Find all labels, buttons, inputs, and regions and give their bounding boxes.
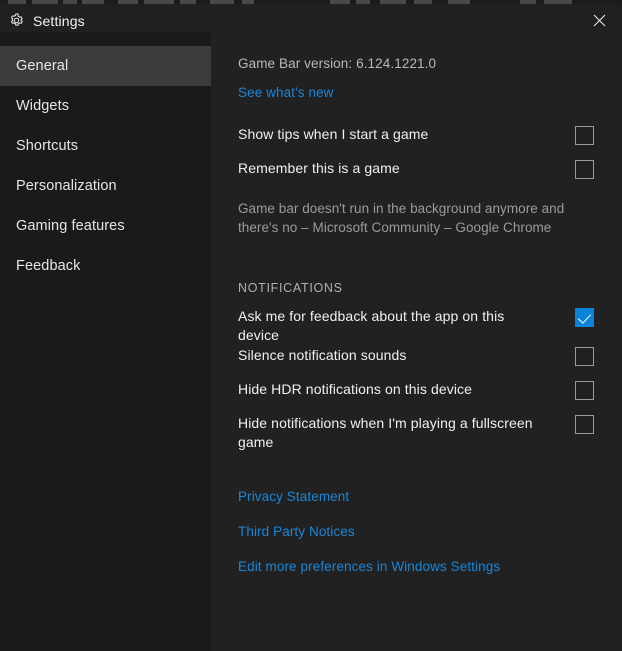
window-title: Settings (33, 12, 85, 29)
see-whats-new-link[interactable]: See what's new (238, 85, 334, 100)
silence-sounds-checkbox[interactable] (575, 347, 594, 366)
sidebar-item-label: Widgets (16, 98, 70, 114)
hide-fullscreen-checkbox[interactable] (575, 415, 594, 434)
option-label: Hide notifications when I'm playing a fu… (238, 415, 533, 450)
sidebar-item-feedback[interactable]: Feedback (0, 246, 211, 286)
game-bar-version-text: Game Bar version: 6.124.1221.0 (238, 56, 437, 71)
gear-icon (10, 13, 23, 26)
sidebar-item-label: Gaming features (16, 218, 125, 234)
footer-links: Privacy Statement Third Party Notices Ed… (238, 489, 594, 574)
edit-more-preferences-link[interactable]: Edit more preferences in Windows Setting… (238, 559, 500, 574)
sidebar-item-label: General (16, 58, 69, 74)
show-tips-checkbox[interactable] (575, 126, 594, 145)
settings-content-pane: Game Bar version: 6.124.1221.0 See what'… (211, 32, 622, 651)
ask-feedback-checkbox[interactable] (575, 308, 594, 327)
game-bar-description: Game bar doesn't run in the background a… (238, 201, 565, 235)
sidebar-item-label: Shortcuts (16, 138, 79, 154)
sidebar-item-label: Personalization (16, 178, 117, 194)
option-label: Hide HDR notifications on this device (238, 381, 473, 397)
option-label: Ask me for feedback about the app on thi… (238, 308, 505, 343)
option-label: Silence notification sounds (238, 347, 407, 363)
third-party-notices-link[interactable]: Third Party Notices (238, 524, 355, 539)
option-row-ask-feedback: Ask me for feedback about the app on thi… (238, 306, 594, 345)
privacy-statement-link[interactable]: Privacy Statement (238, 489, 349, 504)
option-row-hide-fullscreen: Hide notifications when I'm playing a fu… (238, 413, 594, 452)
option-row-hide-hdr: Hide HDR notifications on this device (238, 379, 594, 413)
sidebar-item-general[interactable]: General (0, 46, 211, 86)
sidebar-item-shortcuts[interactable]: Shortcuts (0, 126, 211, 166)
remember-game-checkbox[interactable] (575, 160, 594, 179)
sidebar-item-personalization[interactable]: Personalization (0, 166, 211, 206)
settings-window: Settings General Widgets Shortcuts Perso… (0, 0, 622, 651)
notifications-section-heading: NOTIFICATIONS (238, 281, 343, 295)
settings-body: General Widgets Shortcuts Personalizatio… (0, 32, 622, 651)
title-bar-left: Settings (0, 13, 85, 29)
sidebar-item-label: Feedback (16, 258, 81, 274)
sidebar-item-widgets[interactable]: Widgets (0, 86, 211, 126)
hide-hdr-checkbox[interactable] (575, 381, 594, 400)
close-icon (593, 14, 606, 27)
option-row-show-tips: Show tips when I start a game (238, 124, 594, 158)
option-row-remember-game: Remember this is a game (238, 158, 594, 192)
option-row-silence-sounds: Silence notification sounds (238, 345, 594, 379)
sidebar-item-gaming-features[interactable]: Gaming features (0, 206, 211, 246)
option-label: Remember this is a game (238, 160, 400, 176)
option-label: Show tips when I start a game (238, 126, 429, 142)
settings-sidebar: General Widgets Shortcuts Personalizatio… (0, 32, 211, 651)
